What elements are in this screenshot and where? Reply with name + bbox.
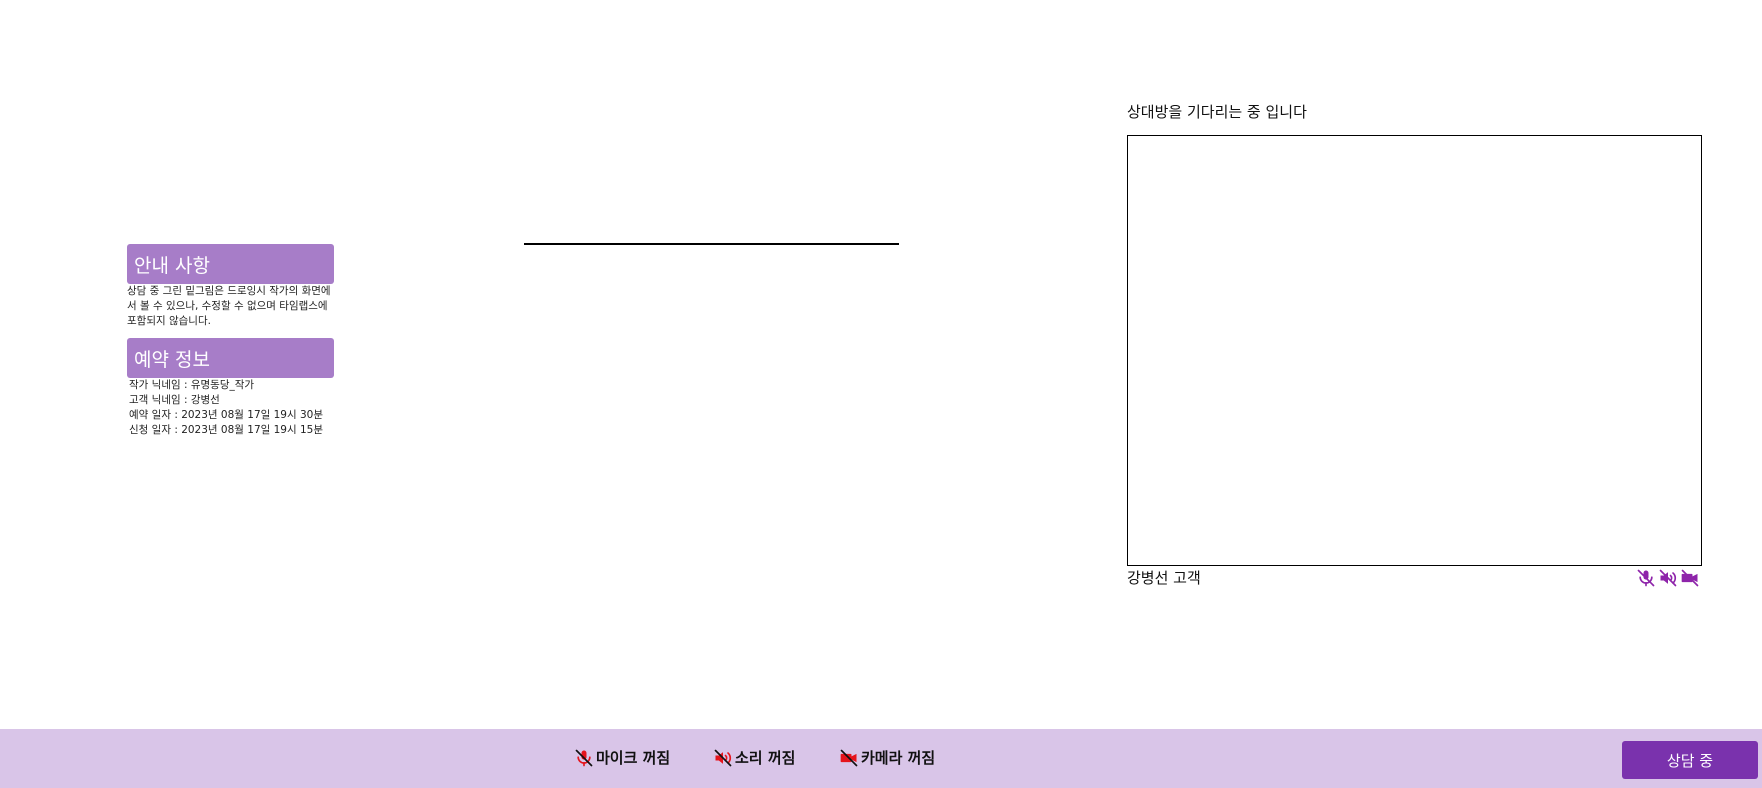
- sound-toggle-button[interactable]: 소리 꺼짐: [713, 747, 795, 768]
- notice-text: 상담 중 그린 밑그림은 드로잉시 작가의 화면에서 볼 수 있으나, 수정할 …: [127, 285, 331, 327]
- peer-video: [1127, 135, 1702, 566]
- peer-name-label: 강병선 고객: [1127, 569, 1201, 587]
- waiting-status-text: 상대방을 기다리는 중 입니다: [1127, 103, 1307, 121]
- speaker-off-icon: [713, 748, 733, 768]
- mic-off-icon: [574, 748, 594, 768]
- camera-toggle-label: 카메라 꺼짐: [861, 749, 936, 767]
- customer-nickname: 고객 닉네임 : 강병선: [129, 394, 220, 406]
- request-date: 신청 일자 : 2023년 08월 17일 19시 15분: [129, 424, 324, 436]
- reservation-details: 작가 닉네임 : 유명동당_작가 고객 닉네임 : 강병선 예약 일자 : 20…: [127, 378, 334, 438]
- drawing-canvas-line[interactable]: [524, 243, 899, 245]
- camera-off-icon: [839, 748, 859, 768]
- mic-off-icon: [1636, 568, 1656, 588]
- camera-off-icon: [1680, 568, 1700, 588]
- artist-nickname: 작가 닉네임 : 유명동당_작가: [129, 379, 255, 391]
- bottom-control-bar: 마이크 꺼짐 소리 꺼짐 카메라 꺼짐 상담 중: [0, 729, 1762, 788]
- speaker-off-icon: [1658, 568, 1678, 588]
- sound-toggle-label: 소리 꺼짐: [735, 749, 796, 767]
- info-panel: 안내 사항 상담 중 그린 밑그림은 드로잉시 작가의 화면에서 볼 수 있으나…: [127, 244, 334, 438]
- mic-toggle-label: 마이크 꺼짐: [596, 749, 671, 767]
- consultation-page: 안내 사항 상담 중 그린 밑그림은 드로잉시 작가의 화면에서 볼 수 있으나…: [0, 0, 1762, 788]
- mic-toggle-button[interactable]: 마이크 꺼짐: [574, 747, 670, 768]
- peer-status-icons: [1636, 568, 1700, 588]
- reservation-header: 예약 정보: [127, 338, 334, 378]
- camera-toggle-button[interactable]: 카메라 꺼짐: [839, 747, 935, 768]
- consultation-status-button[interactable]: 상담 중: [1622, 741, 1758, 779]
- reservation-date: 예약 일자 : 2023년 08월 17일 19시 30분: [129, 409, 324, 421]
- notice-header: 안내 사항: [127, 244, 334, 284]
